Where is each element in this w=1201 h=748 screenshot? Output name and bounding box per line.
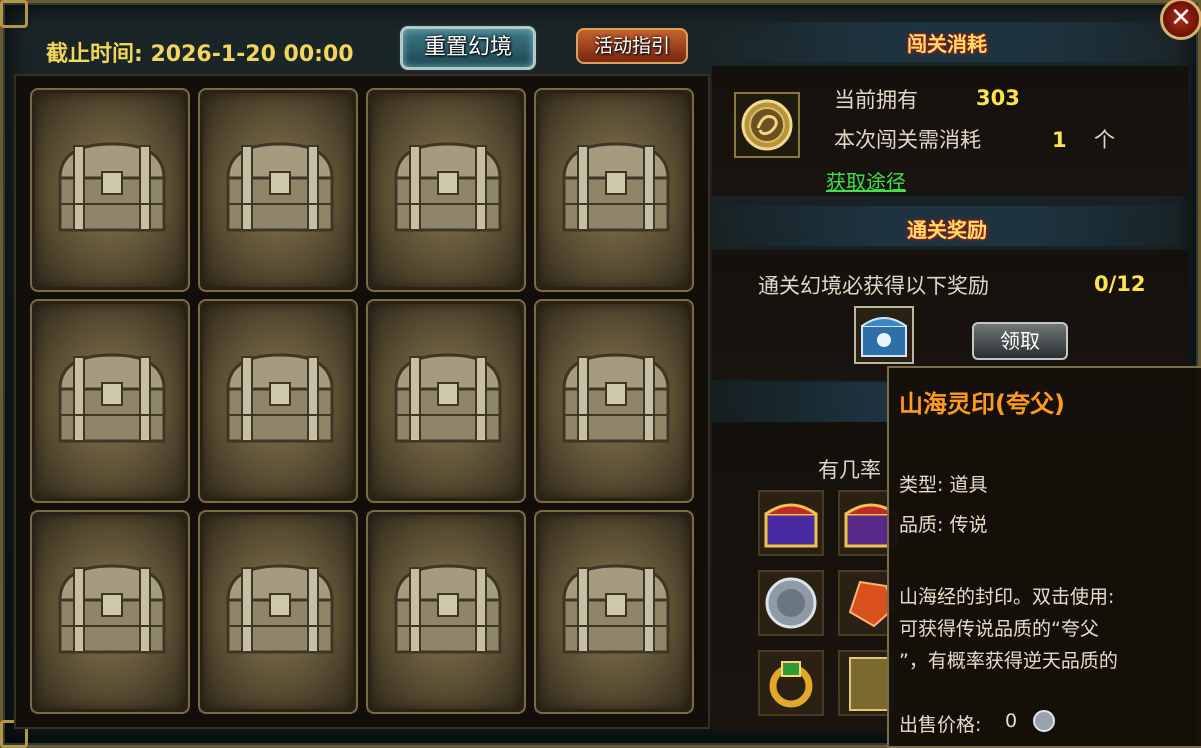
unit-label: 个 [1094,128,1115,152]
chance-item-slot[interactable] [758,490,824,556]
treasure-chest-icon [562,353,670,443]
reward-title: 通关奖励 [907,218,987,242]
owned-value: 303 [976,86,1020,110]
treasure-chest-icon [58,142,166,232]
tooltip-desc-line-3: ”，有概率获得逆天品质的 [899,650,1118,672]
chest-card[interactable] [30,299,190,503]
treasure-chest-icon [226,142,334,232]
chest-card[interactable] [366,510,526,714]
purple-chest-icon [764,503,818,548]
blue-chest-icon [861,317,907,357]
reward-progress: 0/12 [1094,272,1146,296]
treasure-chest-icon [394,353,502,443]
treasure-chest-icon [562,564,670,654]
cost-title: 闯关消耗 [907,32,987,56]
gold-ring-icon [769,661,813,708]
frame-corner-ornament [0,0,28,28]
treasure-chest-icon [394,142,502,232]
chest-card[interactable] [198,88,358,292]
tooltip-price-label: 出售价格: [899,714,982,736]
close-button[interactable]: ✕ [1160,0,1201,40]
silver-coin-icon [765,577,817,629]
tooltip-type: 类型: 道具 [899,474,988,496]
chest-card[interactable] [534,510,694,714]
treasure-chest-icon [394,564,502,654]
close-icon: ✕ [1170,3,1192,33]
treasure-chest-icon [226,353,334,443]
deadline-text: 截止时间: 2026-1-20 00:00 [46,42,354,67]
treasure-chest-icon [58,564,166,654]
chest-card[interactable] [198,510,358,714]
reward-desc: 通关幻境必获得以下奖励 [758,274,989,298]
reward-item-slot[interactable] [854,306,914,364]
seal-coin-icon [741,99,793,151]
chest-card[interactable] [534,299,694,503]
chest-card[interactable] [534,88,694,292]
chest-card[interactable] [30,510,190,714]
tooltip-item-name: 山海灵印(夸父) [899,390,1065,418]
chance-label: 有几率 [818,458,881,482]
chest-card[interactable] [366,299,526,503]
seal-coin-slot[interactable] [734,92,800,158]
tooltip-quality: 品质: 传说 [899,514,988,536]
chest-card[interactable] [366,88,526,292]
activity-guide-button[interactable]: 活动指引 [576,28,688,64]
obtain-link[interactable]: 获取途径 [826,166,906,195]
treasure-chest-icon [562,142,670,232]
chance-item-slot[interactable] [758,650,824,716]
chance-item-slot[interactable] [758,570,824,636]
item-tooltip: 山海灵印(夸父) 类型: 道具 品质: 传说 山海经的封印。双击使用: 可获得传… [887,366,1201,748]
chest-card[interactable] [198,299,358,503]
need-label: 本次闯关需消耗 [834,128,981,152]
treasure-chest-icon [226,564,334,654]
chest-card[interactable] [30,88,190,292]
reset-illusion-button[interactable]: 重置幻境 [400,26,536,70]
owned-label: 当前拥有 [834,88,918,112]
tooltip-desc-line-2: 可获得传说品质的“夸父 [899,618,1099,640]
claim-button[interactable]: 领取 [972,322,1068,360]
silver-coin-icon [1033,710,1055,732]
need-value: 1 [1052,128,1067,152]
treasure-chest-icon [58,353,166,443]
tooltip-desc-line-1: 山海经的封印。双击使用: [899,586,1115,608]
tooltip-price-value: 0 [1005,710,1018,732]
